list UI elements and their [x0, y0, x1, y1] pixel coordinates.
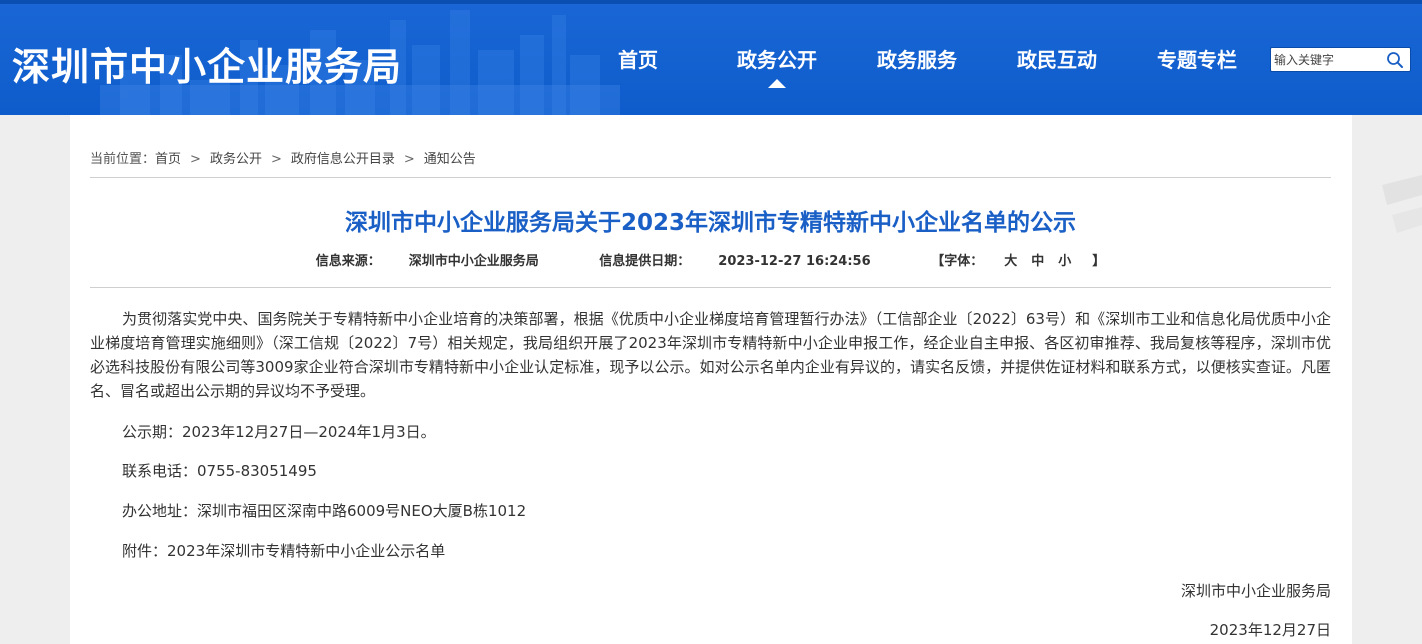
search-input[interactable] [1271, 48, 1382, 71]
attachment-link[interactable]: 2023年深圳市专精特新中小企业公示名单 [167, 542, 445, 560]
office-address: 办公地址：深圳市福田区深南中路6009号NEO大厦B栋1012 [122, 502, 527, 520]
info-date: 信息提供日期： 2023-12-27 16:24:56 [599, 254, 871, 269]
attachment: 附件：2023年深圳市专精特新中小企业公示名单 [122, 540, 445, 561]
breadcrumb-government-affairs[interactable]: 政务公开 [210, 152, 262, 167]
signature-date: 2023年12月27日 [1209, 621, 1331, 639]
breadcrumb-separator: > [403, 152, 415, 167]
nav-item-home[interactable]: 首页 [618, 44, 658, 73]
attachment-label: 附件： [122, 542, 168, 560]
nav-item-public-interaction[interactable]: 政民互动 [1017, 44, 1097, 73]
breadcrumb-notices[interactable]: 通知公告 [424, 152, 476, 167]
contact-phone: 联系电话：0755-83051495 [122, 462, 317, 480]
article-title: 深圳市中小企业服务局关于2023年深圳市专精特新中小企业名单的公示 [344, 210, 1076, 236]
article-meta: 信息来源： 深圳市中小企业服务局 信息提供日期： 2023-12-27 16:24:… [90, 250, 1331, 269]
nav-item-government-affairs[interactable]: 政务公开 [737, 44, 817, 88]
nav-item-government-services[interactable]: 政务服务 [877, 44, 957, 73]
breadcrumb: 当前位置：首页 > 政务公开 > 政府信息公开目录 > 通知公告 [90, 148, 476, 167]
breadcrumb-separator: > [270, 152, 282, 167]
content-panel: 当前位置：首页 > 政务公开 > 政府信息公开目录 > 通知公告 深圳市中小企业服务局关于2… [70, 115, 1352, 644]
signature-organization: 深圳市中小企业服务局 [1180, 582, 1331, 600]
nav-item-special-topics[interactable]: 专题专栏 [1157, 44, 1237, 73]
breadcrumb-separator: > [190, 152, 201, 167]
font-medium-button[interactable]: 中 [1031, 254, 1044, 269]
search-icon[interactable] [1386, 51, 1404, 69]
title-divider [90, 287, 1331, 288]
article-paragraph: 为贯彻落实党中央、国务院关于专精特新中小企业培育的决策部署，根据《优质中小企业梯… [90, 310, 1331, 400]
notice-period: 公示期：2023年12月27日—2024年1月3日。 [122, 423, 436, 441]
breadcrumb-info-directory[interactable]: 政府信息公开目录 [291, 152, 395, 167]
breadcrumb-divider [90, 177, 1331, 178]
info-source: 信息来源： 深圳市中小企业服务局 [315, 254, 539, 269]
font-large-button[interactable]: 大 [1004, 254, 1017, 269]
font-small-button[interactable]: 小 [1058, 254, 1071, 269]
site-title[interactable]: 深圳市中小企业服务局 [12, 36, 402, 91]
search-box [1270, 47, 1411, 72]
font-size-controls: 【字体：大中小】 [931, 254, 1106, 269]
site-header: 深圳市中小企业服务局 首页 政务公开 政务服务 政民互动 专题专栏 [0, 0, 1422, 115]
breadcrumb-prefix: 当前位置： [90, 152, 156, 167]
side-decoration [1382, 175, 1422, 233]
breadcrumb-home[interactable]: 首页 [155, 152, 181, 167]
